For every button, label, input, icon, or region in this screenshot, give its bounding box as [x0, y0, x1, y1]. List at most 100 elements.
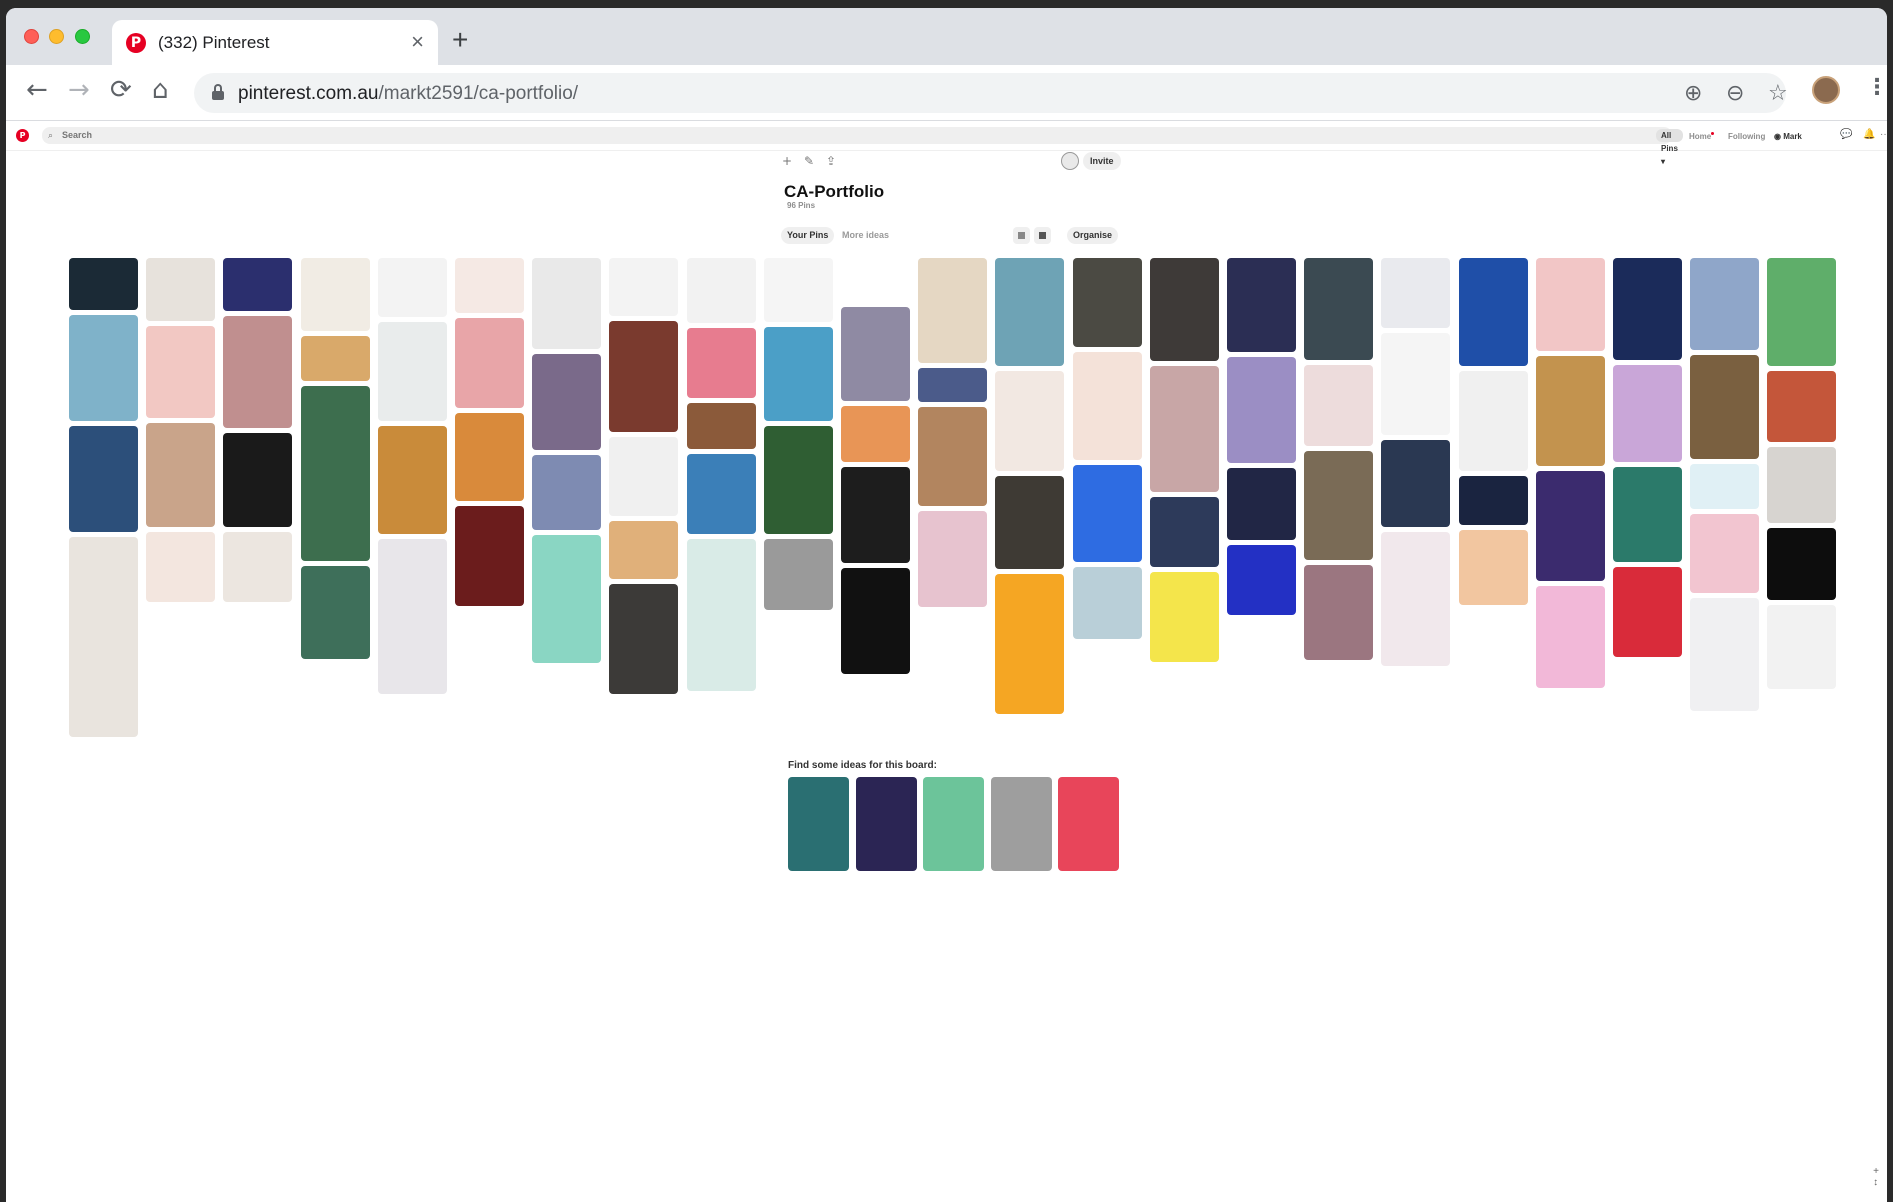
- pin-thumbnail[interactable]: [532, 354, 602, 450]
- pin-thumbnail[interactable]: [1227, 258, 1296, 352]
- pin-thumbnail[interactable]: [1381, 258, 1451, 328]
- pin-thumbnail[interactable]: [1072, 352, 1142, 460]
- pin-thumbnail[interactable]: [146, 326, 216, 418]
- pin-thumbnail[interactable]: [763, 327, 833, 421]
- pin-thumbnail[interactable]: [1381, 532, 1451, 666]
- pin-thumbnail[interactable]: [1535, 471, 1605, 581]
- compact-view-toggle[interactable]: [1034, 227, 1051, 244]
- pin-thumbnail[interactable]: [455, 258, 524, 313]
- browser-menu-icon[interactable]: ⋮: [1866, 75, 1887, 100]
- pin-thumbnail[interactable]: [223, 532, 293, 602]
- pin-thumbnail[interactable]: [1149, 497, 1219, 567]
- pin-thumbnail[interactable]: [1227, 468, 1296, 540]
- edit-pencil-icon[interactable]: ✎: [804, 154, 814, 168]
- pin-thumbnail[interactable]: [1072, 465, 1142, 562]
- pin-thumbnail[interactable]: [1304, 451, 1374, 560]
- idea-pin-thumbnail[interactable]: [1058, 777, 1119, 871]
- pin-thumbnail[interactable]: [609, 521, 679, 579]
- pin-thumbnail[interactable]: [1690, 514, 1760, 593]
- pin-thumbnail[interactable]: [841, 258, 910, 302]
- pin-thumbnail[interactable]: [1613, 567, 1682, 657]
- idea-pin-thumbnail[interactable]: [855, 777, 917, 871]
- profile-avatar[interactable]: [1812, 76, 1840, 104]
- pin-thumbnail[interactable]: [841, 307, 910, 401]
- home-icon[interactable]: ⌂: [152, 77, 169, 103]
- pin-thumbnail[interactable]: [1613, 365, 1682, 462]
- pin-thumbnail[interactable]: [1304, 258, 1374, 360]
- nav-following[interactable]: Following: [1728, 132, 1765, 141]
- pin-thumbnail[interactable]: [532, 258, 602, 349]
- pin-thumbnail[interactable]: [995, 258, 1065, 366]
- pin-thumbnail[interactable]: [455, 413, 524, 501]
- search-input[interactable]: ⌕ Search All Pins ▾: [42, 127, 1683, 166]
- idea-pin-thumbnail[interactable]: [923, 777, 984, 871]
- pin-thumbnail[interactable]: [995, 574, 1065, 714]
- pin-thumbnail[interactable]: [532, 535, 602, 663]
- pin-thumbnail[interactable]: [841, 568, 910, 674]
- pin-thumbnail[interactable]: [609, 258, 679, 316]
- pin-thumbnail[interactable]: [1458, 530, 1528, 605]
- pin-thumbnail[interactable]: [146, 532, 216, 602]
- pin-thumbnail[interactable]: [686, 258, 756, 323]
- all-pins-dropdown[interactable]: All Pins ▾: [1656, 129, 1683, 166]
- pin-thumbnail[interactable]: [686, 539, 756, 691]
- bookmark-star-icon[interactable]: ☆: [1768, 81, 1788, 106]
- add-icon[interactable]: +: [782, 154, 792, 168]
- pin-thumbnail[interactable]: [918, 407, 988, 506]
- pin-thumbnail[interactable]: [1535, 586, 1605, 688]
- pin-thumbnail[interactable]: [1535, 258, 1605, 351]
- pin-thumbnail[interactable]: [609, 437, 679, 516]
- grid-view-toggle[interactable]: [1013, 227, 1030, 244]
- pin-thumbnail[interactable]: [69, 258, 138, 310]
- pin-thumbnail[interactable]: [995, 476, 1065, 569]
- pin-thumbnail[interactable]: [146, 258, 216, 321]
- idea-pin-thumbnail[interactable]: [788, 777, 849, 871]
- pin-thumbnail[interactable]: [1458, 371, 1528, 471]
- pin-thumbnail[interactable]: [377, 426, 447, 534]
- pin-thumbnail[interactable]: [1535, 356, 1605, 466]
- pin-thumbnail[interactable]: [841, 467, 910, 563]
- zoom-icon[interactable]: ⊖: [1726, 81, 1744, 106]
- pin-thumbnail[interactable]: [532, 455, 602, 530]
- pin-thumbnail[interactable]: [300, 566, 370, 659]
- pin-thumbnail[interactable]: [1227, 357, 1296, 463]
- pin-thumbnail[interactable]: [1690, 464, 1760, 509]
- pin-thumbnail[interactable]: [763, 426, 833, 534]
- pinterest-logo-icon[interactable]: P: [16, 129, 29, 142]
- pin-thumbnail[interactable]: [918, 511, 988, 607]
- pin-thumbnail[interactable]: [609, 584, 679, 694]
- pin-thumbnail[interactable]: [377, 322, 447, 421]
- pin-thumbnail[interactable]: [300, 386, 370, 561]
- pin-thumbnail[interactable]: [1149, 572, 1219, 662]
- pin-thumbnail[interactable]: [1767, 605, 1837, 689]
- forward-arrow-icon[interactable]: →: [68, 77, 90, 103]
- pin-thumbnail[interactable]: [377, 539, 447, 694]
- pin-thumbnail[interactable]: [1613, 467, 1682, 562]
- pin-thumbnail[interactable]: [1149, 366, 1219, 492]
- pin-thumbnail[interactable]: [69, 315, 138, 421]
- nav-user-profile[interactable]: ◉ Mark: [1774, 132, 1802, 141]
- pin-thumbnail[interactable]: [1227, 545, 1296, 615]
- share-icon[interactable]: ⇪: [826, 154, 836, 168]
- more-options-icon[interactable]: ···: [1880, 129, 1887, 140]
- pin-thumbnail[interactable]: [1072, 567, 1142, 639]
- pin-thumbnail[interactable]: [1149, 258, 1219, 361]
- pin-thumbnail[interactable]: [69, 537, 138, 737]
- pin-thumbnail[interactable]: [300, 258, 370, 331]
- pin-thumbnail[interactable]: [686, 328, 756, 398]
- pin-thumbnail[interactable]: [455, 506, 524, 606]
- address-bar[interactable]: pinterest.com.au/markt2591/ca-portfolio/…: [194, 73, 1788, 113]
- pin-thumbnail[interactable]: [686, 454, 756, 534]
- pin-thumbnail[interactable]: [223, 316, 293, 428]
- maximize-window-button[interactable]: [75, 29, 90, 44]
- invite-button[interactable]: Invite: [1083, 152, 1121, 170]
- pin-thumbnail[interactable]: [1767, 258, 1837, 366]
- nav-home[interactable]: Home: [1689, 132, 1715, 141]
- idea-pin-thumbnail[interactable]: [990, 777, 1052, 871]
- pin-thumbnail[interactable]: [1458, 476, 1528, 525]
- pin-thumbnail[interactable]: [146, 423, 216, 527]
- pin-thumbnail[interactable]: [1304, 565, 1374, 660]
- pin-thumbnail[interactable]: [763, 258, 833, 322]
- reload-icon[interactable]: ⟳: [110, 77, 132, 103]
- install-icon[interactable]: ⊕: [1684, 81, 1702, 106]
